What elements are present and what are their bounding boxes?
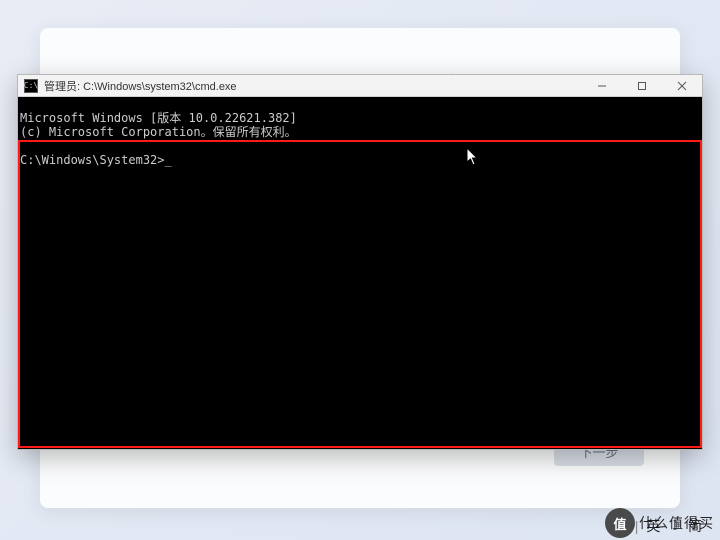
cmd-window: C:\ 管理员: C:\Windows\system32\cmd.exe Mic… bbox=[17, 74, 703, 450]
minimize-button[interactable] bbox=[582, 75, 622, 97]
titlebar[interactable]: C:\ 管理员: C:\Windows\system32\cmd.exe bbox=[18, 75, 702, 97]
cmd-icon: C:\ bbox=[24, 79, 38, 93]
console-prompt: C:\Windows\System32> bbox=[20, 153, 172, 167]
watermark-badge: 值 bbox=[605, 508, 635, 538]
console-line: (c) Microsoft Corporation。保留所有权利。 bbox=[20, 125, 297, 139]
console-area[interactable]: Microsoft Windows [版本 10.0.22621.382] (c… bbox=[18, 97, 702, 449]
watermark-text: 什么值得买 bbox=[639, 513, 714, 533]
maximize-button[interactable] bbox=[622, 75, 662, 97]
close-button[interactable] bbox=[662, 75, 702, 97]
watermark: 值 什么值得买 bbox=[605, 508, 714, 538]
console-line: Microsoft Windows [版本 10.0.22621.382] bbox=[20, 111, 297, 125]
window-title: 管理员: C:\Windows\system32\cmd.exe bbox=[44, 78, 237, 94]
